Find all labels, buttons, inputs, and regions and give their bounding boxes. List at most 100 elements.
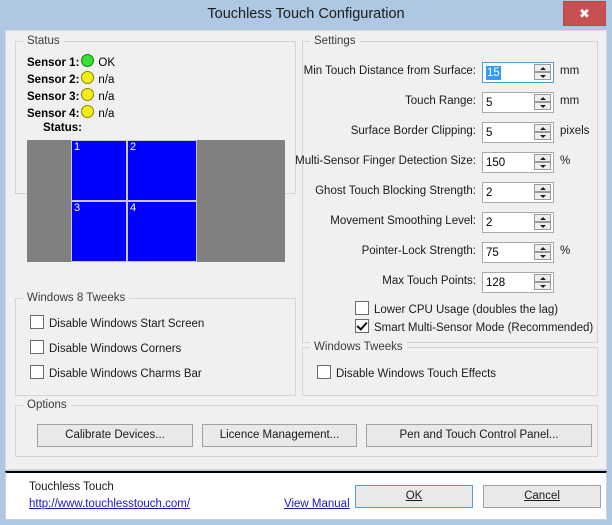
setting-row-surface-border-clipping: Surface Border Clipping: 5 pixels bbox=[303, 122, 589, 144]
spinner-value: 150 bbox=[486, 157, 506, 169]
spinner-touch-range[interactable]: 5 bbox=[482, 92, 554, 113]
spinner-up-icon[interactable] bbox=[534, 274, 551, 282]
sensor-quadrant-2[interactable]: 2 bbox=[127, 140, 197, 201]
sensor-1-label: Sensor 1: bbox=[27, 57, 80, 69]
spinner-up-icon[interactable] bbox=[534, 94, 551, 102]
checkbox-box bbox=[30, 365, 44, 379]
spinner-down-icon[interactable] bbox=[534, 222, 551, 230]
sensor-quadrant-3[interactable]: 3 bbox=[71, 201, 127, 262]
spinner-surface-border-clipping[interactable]: 5 bbox=[482, 122, 554, 143]
title-bar: Touchless Touch Configuration ✖ bbox=[0, 0, 612, 30]
spinner-ghost-touch-blocking-strength[interactable]: 2 bbox=[482, 182, 554, 203]
ok-button[interactable]: OK bbox=[355, 485, 473, 508]
checkbox-disable-windows-corners[interactable]: Disable Windows Corners bbox=[30, 340, 181, 355]
spinner-value: 2 bbox=[486, 187, 493, 199]
dialog-client-area: Status Sensor 1: OK Sensor 2: n/a Sensor 3… bbox=[5, 30, 607, 470]
spinner-down-icon[interactable] bbox=[534, 72, 551, 80]
sensor-quadrant-1[interactable]: 1 bbox=[71, 140, 127, 201]
status-sub-label: Status: bbox=[43, 122, 82, 134]
spinner-arrows[interactable] bbox=[534, 64, 551, 81]
setting-label: Surface Border Clipping: bbox=[350, 125, 476, 137]
setting-row-min-touch-distance: Min Touch Distance from Surface: 15 mm bbox=[303, 62, 589, 84]
spinner-arrows[interactable] bbox=[534, 124, 551, 141]
spinner-up-icon[interactable] bbox=[534, 214, 551, 222]
sensor-row: Sensor 1: OK bbox=[27, 54, 115, 69]
licence-management-button[interactable]: Licence Management... bbox=[202, 424, 357, 447]
product-name: Touchless Touch bbox=[29, 481, 114, 493]
checkbox-lower-cpu-usage[interactable]: Lower CPU Usage (doubles the lag) bbox=[355, 301, 558, 316]
spinner-pointer-lock-strength[interactable]: 75 bbox=[482, 242, 554, 263]
spinner-multi-sensor-finger-detection-size[interactable]: 150 bbox=[482, 152, 554, 173]
pen-and-touch-control-panel-button[interactable]: Pen and Touch Control Panel... bbox=[366, 424, 592, 447]
spinner-arrows[interactable] bbox=[534, 244, 551, 261]
spinner-up-icon[interactable] bbox=[534, 64, 551, 72]
setting-label: Movement Smoothing Level: bbox=[330, 215, 476, 227]
sensor-quadrant-2-label: 2 bbox=[130, 141, 137, 153]
spinner-down-icon[interactable] bbox=[534, 102, 551, 110]
checkbox-box bbox=[30, 340, 44, 354]
setting-row-multi-sensor-finger-detection-size: Multi-Sensor Finger Detection Size: 150 … bbox=[295, 152, 589, 174]
spinner-down-icon[interactable] bbox=[534, 252, 551, 260]
spinner-arrows[interactable] bbox=[534, 94, 551, 111]
window-title: Touchless Touch Configuration bbox=[207, 6, 405, 22]
website-link[interactable]: http://www.touchlesstouch.com/ bbox=[29, 498, 190, 510]
setting-unit: mm bbox=[560, 95, 580, 107]
spinner-down-icon[interactable] bbox=[534, 192, 551, 200]
sensor-3-led-icon bbox=[81, 88, 95, 101]
setting-label: Multi-Sensor Finger Detection Size: bbox=[295, 155, 476, 167]
setting-row-movement-smoothing-level: Movement Smoothing Level: 2 bbox=[303, 212, 589, 234]
options-group: Options Calibrate Devices... Licence Man… bbox=[15, 399, 598, 457]
windows-tweeks-legend: Windows Tweeks bbox=[310, 341, 407, 353]
spinner-arrows[interactable] bbox=[534, 214, 551, 231]
sensor-1-led-icon bbox=[81, 54, 95, 67]
spinner-value: 75 bbox=[486, 247, 499, 259]
windows-tweeks-group: Windows Tweeks Disable Windows Touch Eff… bbox=[302, 341, 598, 396]
setting-row-ghost-touch-blocking-strength: Ghost Touch Blocking Strength: 2 bbox=[303, 182, 589, 204]
spinner-up-icon[interactable] bbox=[534, 184, 551, 192]
spinner-arrows[interactable] bbox=[534, 274, 551, 291]
checkbox-label: Disable Windows Touch Effects bbox=[336, 368, 497, 380]
checkbox-disable-windows-charms-bar[interactable]: Disable Windows Charms Bar bbox=[30, 365, 202, 380]
setting-unit: mm bbox=[560, 65, 580, 77]
sensor-row: Sensor 4: n/a bbox=[27, 105, 114, 120]
spinner-arrows[interactable] bbox=[534, 184, 551, 201]
checkbox-label: Lower CPU Usage (doubles the lag) bbox=[374, 304, 559, 316]
setting-label: Touch Range: bbox=[405, 95, 476, 107]
settings-group-legend: Settings bbox=[310, 35, 360, 47]
spinner-down-icon[interactable] bbox=[534, 282, 551, 290]
spinner-down-icon[interactable] bbox=[534, 132, 551, 140]
checkbox-box bbox=[317, 365, 331, 379]
checkbox-box bbox=[355, 319, 369, 333]
sensor-row: Sensor 3: n/a bbox=[27, 88, 114, 103]
spinner-max-touch-points[interactable]: 128 bbox=[482, 272, 554, 293]
calibrate-devices-button[interactable]: Calibrate Devices... bbox=[37, 424, 193, 447]
windows8-tweeks-group: Windows 8 Tweeks Disable Windows Start S… bbox=[15, 292, 296, 396]
sensor-quadrant-3-label: 3 bbox=[74, 202, 81, 214]
spinner-up-icon[interactable] bbox=[534, 244, 551, 252]
checkbox-label: Disable Windows Start Screen bbox=[49, 318, 205, 330]
spinner-min-touch-distance[interactable]: 15 bbox=[482, 62, 554, 83]
spinner-arrows[interactable] bbox=[534, 154, 551, 171]
view-manual-link[interactable]: View Manual bbox=[284, 498, 350, 510]
spinner-value: 15 bbox=[486, 66, 501, 80]
sensor-quadrant-4[interactable]: 4 bbox=[127, 201, 197, 262]
sensor-2-led-icon bbox=[81, 71, 95, 84]
setting-label: Max Touch Points: bbox=[382, 275, 476, 287]
spinner-movement-smoothing-level[interactable]: 2 bbox=[482, 212, 554, 233]
windows8-tweeks-legend: Windows 8 Tweeks bbox=[23, 292, 130, 304]
checkbox-label: Smart Multi-Sensor Mode (Recommended) bbox=[374, 322, 594, 334]
checkbox-smart-multi-sensor-mode[interactable]: Smart Multi-Sensor Mode (Recommended) bbox=[355, 319, 593, 334]
sensor-4-state: n/a bbox=[98, 108, 115, 120]
spinner-down-icon[interactable] bbox=[534, 162, 551, 170]
sensor-row: Sensor 2: n/a bbox=[27, 71, 114, 86]
close-button[interactable]: ✖ bbox=[563, 1, 606, 26]
checkbox-disable-windows-touch-effects[interactable]: Disable Windows Touch Effects bbox=[317, 365, 496, 380]
spinner-up-icon[interactable] bbox=[534, 124, 551, 132]
checkbox-disable-windows-start-screen[interactable]: Disable Windows Start Screen bbox=[30, 315, 204, 330]
cancel-button[interactable]: Cancel bbox=[483, 485, 601, 508]
spinner-up-icon[interactable] bbox=[534, 154, 551, 162]
setting-row-touch-range: Touch Range: 5 mm bbox=[303, 92, 589, 114]
checkbox-box bbox=[355, 301, 369, 315]
sensor-map[interactable]: 1 2 3 4 bbox=[27, 140, 285, 262]
status-group-legend: Status bbox=[23, 35, 64, 47]
